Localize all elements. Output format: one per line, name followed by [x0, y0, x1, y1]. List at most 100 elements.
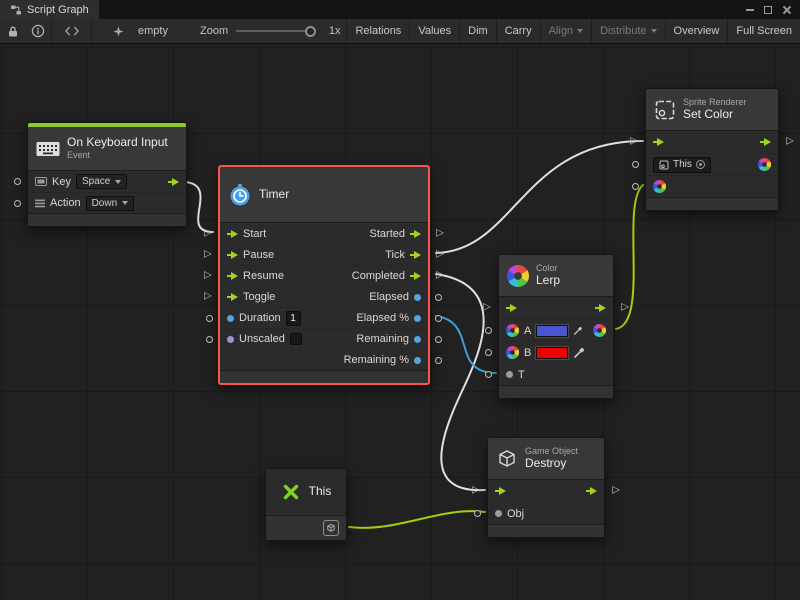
- flow-input-port[interactable]: ▷: [204, 228, 212, 238]
- info-icon[interactable]: [26, 19, 52, 43]
- zoom-slider[interactable]: [236, 30, 313, 32]
- node-header[interactable]: Game Object Destroy: [488, 438, 604, 480]
- port-label: Completed: [352, 270, 405, 282]
- timer-node[interactable]: Timer ▷ Start Started ▷ ▷ Pause Tick ▷: [218, 165, 430, 385]
- value-output-port[interactable]: [435, 336, 442, 343]
- wire-timer-tick-to-set-color[interactable]: [436, 141, 643, 253]
- color-port-icon: [506, 346, 519, 359]
- color-output-port-icon[interactable]: [593, 324, 606, 337]
- flow-output-arrow-icon[interactable]: [168, 177, 179, 187]
- target-object-field[interactable]: This: [653, 157, 711, 173]
- wire-timer-completed-to-destroy[interactable]: [436, 274, 485, 490]
- flow-output-port[interactable]: ▷: [436, 250, 444, 260]
- node-title: Destroy: [525, 457, 578, 471]
- node-footer: [646, 197, 778, 210]
- value-input-port[interactable]: [14, 178, 21, 185]
- graph-canvas[interactable]: On Keyboard Input Event Key Space Action…: [0, 44, 800, 600]
- value-output-dot: [414, 315, 421, 322]
- fullscreen-button[interactable]: Full Screen: [727, 19, 800, 43]
- color-b-swatch[interactable]: [536, 347, 568, 359]
- flow-output-port[interactable]: ▷: [436, 271, 444, 281]
- set-color-node[interactable]: Sprite Renderer Set Color ▷ ▷ This: [645, 88, 779, 211]
- flow-input-port[interactable]: ▷: [204, 271, 212, 281]
- node-header[interactable]: This: [266, 469, 346, 515]
- wire-lerp-to-set-color-color[interactable]: [616, 185, 643, 329]
- chevron-down-icon: [577, 29, 583, 33]
- this-node[interactable]: This: [265, 468, 347, 541]
- node-header[interactable]: Color Lerp: [499, 255, 613, 297]
- collapse-chevrons-icon[interactable]: [52, 19, 91, 43]
- node-footer: [220, 370, 428, 383]
- flow-output-port[interactable]: ▷: [621, 303, 629, 313]
- value-input-dot: [227, 315, 234, 322]
- value-input-port[interactable]: [206, 315, 213, 322]
- node-header[interactable]: On Keyboard Input Event: [28, 127, 186, 171]
- port-label: Toggle: [243, 291, 275, 303]
- node-title: Lerp: [536, 274, 560, 288]
- color-lerp-node[interactable]: Color Lerp ▷ ▷ A: [498, 254, 614, 399]
- duration-input[interactable]: 1: [286, 311, 301, 326]
- tab-script-graph[interactable]: Script Graph: [0, 0, 99, 19]
- eyedropper-icon[interactable]: [573, 325, 583, 337]
- game-object-output-port[interactable]: [323, 520, 339, 536]
- relations-button[interactable]: Relations: [346, 19, 409, 43]
- key-dropdown[interactable]: Space: [76, 174, 127, 189]
- destroy-node[interactable]: Game Object Destroy ▷ ▷ Obj: [487, 437, 605, 538]
- eyedropper-icon[interactable]: [573, 347, 585, 359]
- value-output-port[interactable]: [435, 357, 442, 364]
- minimize-icon[interactable]: [746, 9, 754, 11]
- port-label: A: [524, 325, 531, 337]
- dim-button[interactable]: Dim: [459, 19, 496, 43]
- value-output-port[interactable]: [435, 315, 442, 322]
- flow-input-port[interactable]: ▷: [204, 292, 212, 302]
- fullscreen-label: Full Screen: [736, 25, 792, 37]
- overview-button[interactable]: Overview: [665, 19, 728, 43]
- lock-icon[interactable]: [0, 19, 26, 43]
- value-input-port[interactable]: [474, 510, 481, 517]
- value-input-port[interactable]: [485, 349, 492, 356]
- value-input-port[interactable]: [632, 161, 639, 168]
- object-picker-icon[interactable]: [696, 160, 705, 169]
- unscaled-checkbox[interactable]: [290, 333, 302, 345]
- flow-arrow-icon: [227, 292, 238, 302]
- flow-input-port[interactable]: ▷: [483, 303, 491, 313]
- flow-input-port[interactable]: ▷: [630, 137, 638, 147]
- values-label: Values: [418, 25, 451, 37]
- flow-output-port[interactable]: ▷: [436, 228, 444, 238]
- node-header[interactable]: Sprite Renderer Set Color: [646, 89, 778, 131]
- carry-button[interactable]: Carry: [496, 19, 540, 43]
- value-input-port[interactable]: [14, 200, 21, 207]
- flow-arrow-icon: [227, 250, 238, 260]
- color-a-swatch[interactable]: [536, 325, 568, 337]
- wire-this-to-destroy-obj[interactable]: [349, 511, 485, 528]
- action-dropdown[interactable]: Down: [86, 196, 135, 211]
- flow-input-port[interactable]: ▷: [204, 250, 212, 260]
- value-input-port[interactable]: [485, 327, 492, 334]
- wire-elapsed-percent-to-lerp-t[interactable]: [436, 316, 496, 373]
- value-input-port[interactable]: [485, 371, 492, 378]
- maximize-icon[interactable]: [764, 6, 772, 14]
- overview-label: Overview: [674, 25, 720, 37]
- node-header[interactable]: Timer: [220, 167, 428, 223]
- node-footer: [488, 524, 604, 537]
- flow-output-port[interactable]: ▷: [786, 137, 794, 147]
- values-button[interactable]: Values: [409, 19, 459, 43]
- color-input-port-icon[interactable]: [653, 180, 666, 193]
- color-output-port-icon[interactable]: [758, 158, 771, 171]
- value-output-port[interactable]: [435, 294, 442, 301]
- close-icon[interactable]: [782, 5, 791, 14]
- on-keyboard-input-node[interactable]: On Keyboard Input Event Key Space Action…: [27, 122, 187, 227]
- titlebar: Script Graph: [0, 0, 800, 19]
- distribute-button[interactable]: Distribute: [591, 19, 664, 43]
- keycode-icon: [35, 177, 47, 186]
- flow-output-port[interactable]: ▷: [612, 486, 620, 496]
- flow-arrow-icon: [410, 250, 421, 260]
- flow-input-port[interactable]: ▷: [472, 486, 480, 496]
- value-input-port[interactable]: [632, 183, 639, 190]
- align-button[interactable]: Align: [540, 19, 591, 43]
- zoom-slider-knob[interactable]: [305, 26, 316, 37]
- port-label: T: [518, 369, 525, 381]
- chevron-down-icon: [122, 201, 128, 205]
- wire-keyboard-to-timer-start[interactable]: [185, 182, 213, 232]
- value-input-port[interactable]: [206, 336, 213, 343]
